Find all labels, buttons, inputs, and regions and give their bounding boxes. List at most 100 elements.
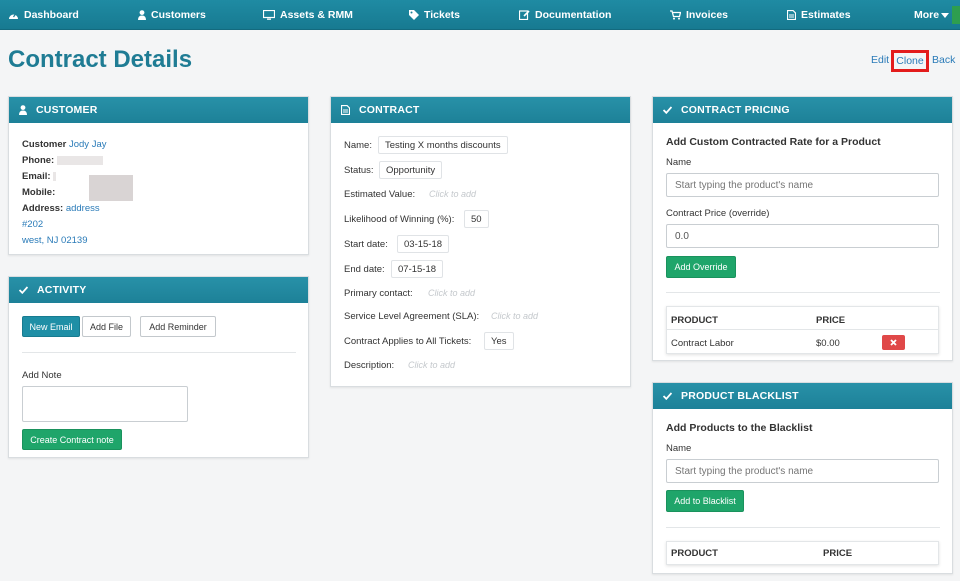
contract-panel-header: CONTRACT bbox=[331, 97, 630, 123]
divider bbox=[666, 527, 940, 528]
nav-invoices[interactable]: Invoices bbox=[670, 0, 728, 30]
nav-dashboard[interactable]: Dashboard bbox=[8, 0, 79, 30]
sla-placeholder[interactable]: Click to add bbox=[491, 311, 538, 321]
nav-label: Documentation bbox=[535, 9, 612, 21]
table-header-price: PRICE bbox=[816, 315, 846, 326]
description-placeholder[interactable]: Click to add bbox=[408, 360, 455, 370]
customer-label: Customer bbox=[22, 139, 67, 150]
likelihood-label: Likelihood of Winning (%): bbox=[344, 214, 455, 225]
panel-title: ACTIVITY bbox=[37, 284, 87, 296]
contract-price-input[interactable] bbox=[666, 224, 939, 248]
close-icon bbox=[890, 339, 897, 346]
nav-tickets[interactable]: Tickets bbox=[409, 0, 460, 30]
name-label: Name: bbox=[344, 140, 372, 151]
blacklist-table: PRODUCT PRICE bbox=[666, 541, 939, 565]
back-link[interactable]: Back bbox=[932, 54, 955, 66]
contract-panel: CONTRACT Name: Testing X months discount… bbox=[330, 96, 631, 387]
add-override-button[interactable]: Add Override bbox=[666, 256, 736, 278]
table-header-price: PRICE bbox=[823, 548, 853, 559]
email-label: Email: bbox=[22, 171, 51, 182]
address-link[interactable]: address bbox=[66, 203, 100, 214]
customer-panel: CUSTOMER Customer Jody Jay Phone: Email:… bbox=[8, 96, 309, 255]
estimated-value-placeholder[interactable]: Click to add bbox=[429, 189, 476, 199]
delete-row-button[interactable] bbox=[882, 335, 905, 350]
activity-panel-header: ACTIVITY bbox=[9, 277, 308, 303]
likelihood-value[interactable]: 50 bbox=[464, 210, 489, 228]
check-icon bbox=[663, 392, 672, 400]
nav-label: Assets & RMM bbox=[280, 9, 353, 21]
page-title: Contract Details bbox=[8, 46, 193, 73]
contract-pricing-header: CONTRACT PRICING bbox=[653, 97, 952, 123]
table-cell-price: $0.00 bbox=[816, 338, 840, 349]
nav-assets-rmm[interactable]: Assets & RMM bbox=[263, 0, 353, 30]
phone-row: Phone: bbox=[22, 155, 103, 166]
nav-label: Customers bbox=[151, 9, 206, 21]
address-line-2[interactable]: #202 bbox=[22, 219, 43, 230]
pricing-table: PRODUCT PRICE Contract Labor $0.00 bbox=[666, 306, 939, 354]
file-icon bbox=[341, 105, 350, 115]
primary-contact-label: Primary contact: bbox=[344, 288, 413, 299]
mobile-value-redacted bbox=[89, 175, 133, 201]
table-divider bbox=[667, 329, 938, 330]
status-value[interactable]: Opportunity bbox=[379, 161, 443, 179]
create-contract-note-button[interactable]: Create Contract note bbox=[22, 429, 122, 450]
check-icon bbox=[19, 286, 28, 294]
end-date-value[interactable]: 07-15-18 bbox=[391, 260, 444, 278]
contract-name-value[interactable]: Testing X months discounts bbox=[378, 136, 508, 154]
activity-panel: ACTIVITY New Email Add File Add Reminder… bbox=[8, 276, 309, 458]
pricing-name-label: Name bbox=[666, 157, 692, 168]
add-note-textarea[interactable] bbox=[22, 386, 188, 422]
nav-label: Dashboard bbox=[24, 9, 79, 21]
nav-label: Estimates bbox=[801, 9, 851, 21]
nav-customers[interactable]: Customers bbox=[138, 0, 206, 30]
blacklist-product-search-input[interactable] bbox=[666, 459, 939, 483]
divider bbox=[666, 292, 940, 293]
edit-link[interactable]: Edit bbox=[871, 54, 889, 66]
product-blacklist-panel: PRODUCT BLACKLIST Add Products to the Bl… bbox=[652, 382, 953, 574]
applies-label: Contract Applies to All Tickets: bbox=[344, 336, 472, 347]
nav-estimates[interactable]: Estimates bbox=[787, 0, 851, 30]
blacklist-subheader: Add Products to the Blacklist bbox=[666, 422, 813, 434]
pricing-product-search-input[interactable] bbox=[666, 173, 939, 197]
user-icon bbox=[19, 105, 27, 115]
end-date-label: End date: bbox=[344, 264, 385, 275]
table-header-product: PRODUCT bbox=[671, 315, 718, 326]
nav-label: Invoices bbox=[686, 9, 729, 21]
monitor-icon bbox=[263, 10, 275, 20]
applies-value[interactable]: Yes bbox=[484, 332, 514, 350]
caret-down-icon bbox=[941, 12, 950, 18]
customer-row: Customer Jody Jay bbox=[22, 139, 106, 150]
email-value-redacted bbox=[53, 171, 57, 181]
file-icon bbox=[787, 10, 796, 20]
status-label: Status: bbox=[344, 165, 374, 176]
blacklist-name-label: Name bbox=[666, 443, 692, 454]
add-reminder-button[interactable]: Add Reminder bbox=[140, 316, 216, 337]
start-date-value[interactable]: 03-15-18 bbox=[397, 235, 450, 253]
new-email-button[interactable]: New Email bbox=[22, 316, 80, 337]
customer-panel-header: CUSTOMER bbox=[9, 97, 308, 123]
panel-title: CUSTOMER bbox=[36, 104, 98, 116]
table-cell-product: Contract Labor bbox=[671, 338, 734, 349]
nav-more[interactable]: More bbox=[914, 0, 950, 30]
user-icon bbox=[138, 10, 146, 20]
customer-name-link[interactable]: Jody Jay bbox=[69, 139, 107, 150]
product-blacklist-header: PRODUCT BLACKLIST bbox=[653, 383, 952, 409]
nav-documentation[interactable]: Documentation bbox=[519, 0, 611, 30]
clone-link[interactable]: Clone bbox=[891, 50, 929, 72]
address-line-3[interactable]: west, NJ 02139 bbox=[22, 235, 87, 246]
panel-title: CONTRACT PRICING bbox=[681, 104, 790, 116]
address-label: Address: bbox=[22, 203, 64, 214]
phone-label: Phone: bbox=[22, 155, 55, 166]
estimated-value-label: Estimated Value: bbox=[344, 189, 416, 200]
add-file-button[interactable]: Add File bbox=[82, 316, 131, 337]
address-row: Address: address bbox=[22, 203, 100, 214]
mobile-row: Mobile: bbox=[22, 187, 55, 198]
nav-label: Tickets bbox=[424, 9, 460, 21]
nav-label: More bbox=[914, 9, 940, 21]
top-navigation: Dashboard Customers Assets & RMM Tickets… bbox=[0, 0, 960, 30]
add-to-blacklist-button[interactable]: Add to Blacklist bbox=[666, 490, 744, 512]
primary-contact-placeholder[interactable]: Click to add bbox=[428, 288, 475, 298]
check-icon bbox=[663, 106, 672, 114]
cart-icon bbox=[670, 10, 681, 20]
nav-edge-button[interactable] bbox=[952, 6, 960, 24]
